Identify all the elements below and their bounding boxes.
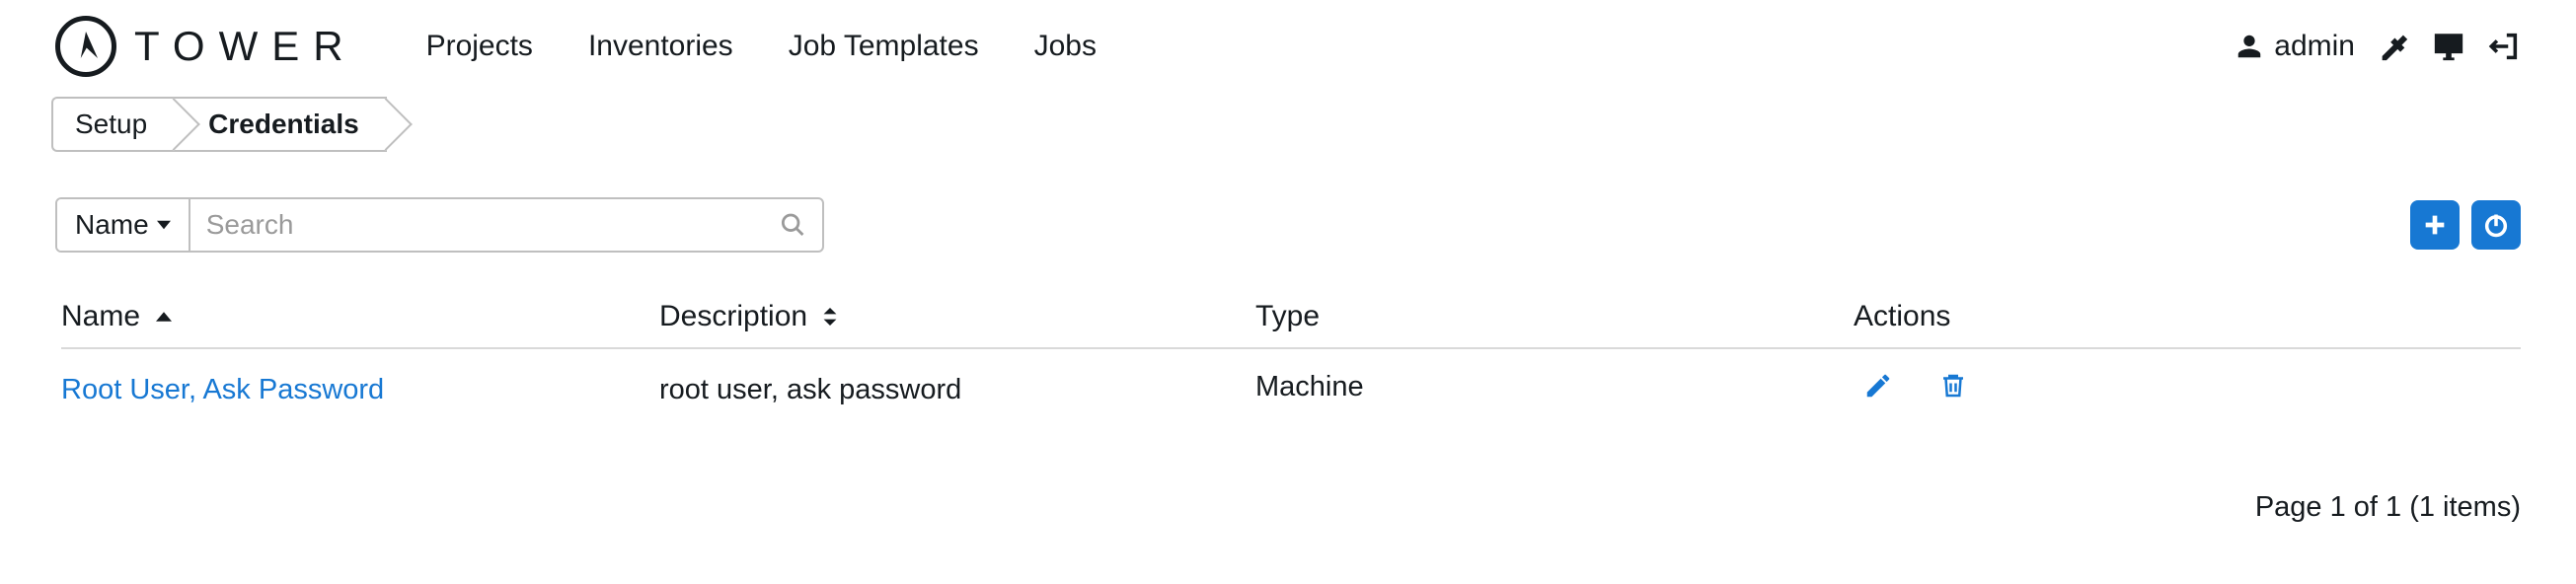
credentials-table: Name Description Type Actions Root User,… — [61, 300, 2521, 430]
search-input[interactable] — [206, 209, 780, 241]
breadcrumb-setup[interactable]: Setup — [51, 97, 175, 152]
nav-inventories[interactable]: Inventories — [588, 30, 733, 63]
power-icon — [2482, 211, 2510, 239]
search-icon[interactable] — [780, 211, 806, 239]
credential-name-link[interactable]: Root User, Ask Password — [61, 374, 384, 406]
col-header-description[interactable]: Description — [659, 300, 1255, 333]
sort-asc-icon — [156, 312, 172, 322]
table-header: Name Description Type Actions — [61, 300, 2521, 349]
monitor-icon[interactable] — [2432, 30, 2465, 63]
search-filter-select[interactable]: Name — [57, 199, 190, 251]
credential-description: root user, ask password — [659, 371, 1255, 408]
edit-button[interactable] — [1863, 371, 1893, 408]
settings-icon[interactable] — [2377, 30, 2410, 63]
col-header-actions: Actions — [1854, 300, 2521, 333]
caret-down-icon — [157, 220, 171, 230]
nav-jobs[interactable]: Jobs — [1034, 30, 1097, 63]
table-row: Root User, Ask Password root user, ask p… — [61, 349, 2521, 430]
search-group: Name — [55, 197, 824, 253]
header-right: admin — [2235, 30, 2521, 63]
search-input-wrap — [190, 199, 822, 251]
user-icon — [2235, 32, 2264, 61]
brand-logo[interactable]: TOWER — [55, 16, 357, 77]
col-header-name[interactable]: Name — [61, 300, 659, 333]
add-button[interactable] — [2410, 200, 2460, 250]
delete-button[interactable] — [1938, 371, 1968, 408]
col-header-type: Type — [1255, 300, 1854, 333]
sort-icon — [823, 308, 837, 326]
trash-icon — [1938, 371, 1968, 401]
ansible-logo-icon — [55, 16, 116, 77]
breadcrumb-credentials[interactable]: Credentials — [175, 97, 387, 152]
user-menu[interactable]: admin — [2235, 30, 2355, 63]
toolbar-actions — [2410, 200, 2521, 250]
header: TOWER Projects Inventories Job Templates… — [0, 0, 2576, 95]
toolbar: Name — [0, 162, 2576, 253]
brand-name: TOWER — [134, 23, 357, 70]
nav-projects[interactable]: Projects — [426, 30, 533, 63]
user-name: admin — [2274, 30, 2355, 63]
nav-job-templates[interactable]: Job Templates — [789, 30, 979, 63]
plus-icon — [2421, 211, 2449, 239]
breadcrumb: Setup Credentials — [0, 95, 2576, 162]
pencil-icon — [1863, 371, 1893, 401]
pagination-text: Page 1 of 1 (1 items) — [0, 430, 2576, 524]
credential-type: Machine — [1255, 371, 1854, 408]
refresh-button[interactable] — [2471, 200, 2521, 250]
main-nav: Projects Inventories Job Templates Jobs — [426, 30, 1097, 63]
logout-icon[interactable] — [2487, 30, 2521, 63]
